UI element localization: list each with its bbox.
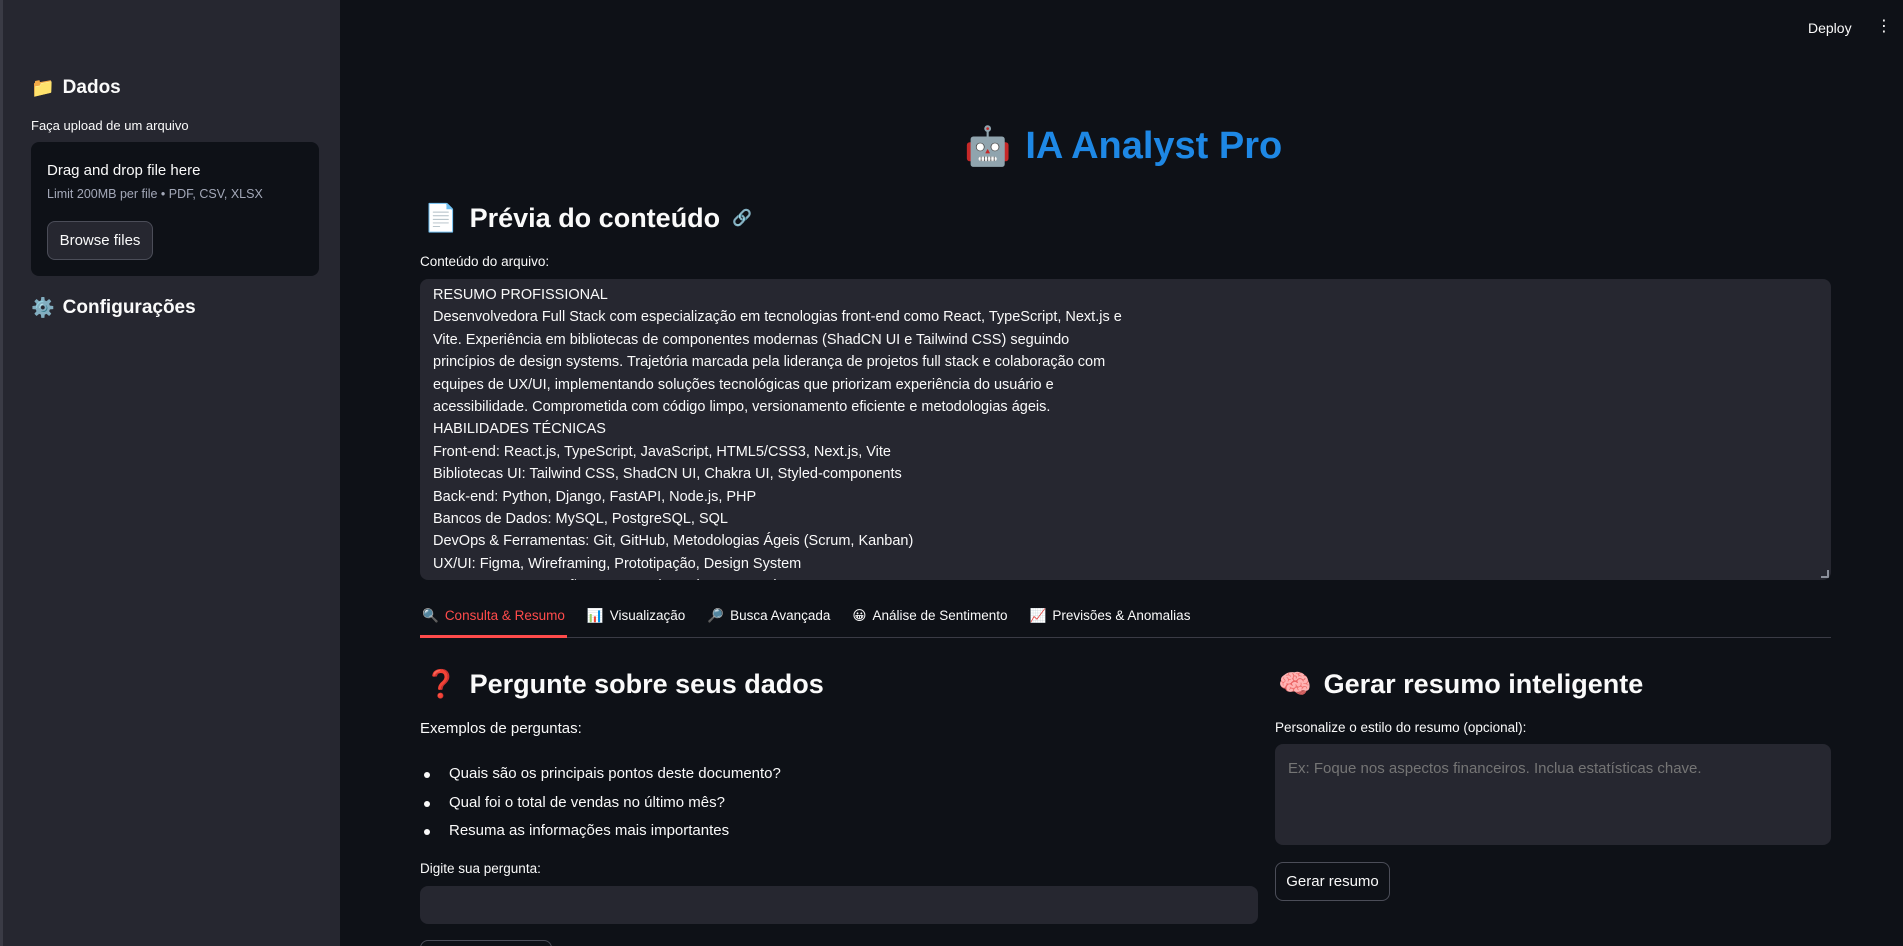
preview-label: Conteúdo do arquivo: (420, 254, 550, 269)
robot-icon: 🤖 (964, 124, 1012, 168)
sidebar: 📁 Dados Faça upload de um arquivo Drag a… (0, 0, 340, 946)
examples-label: Exemplos de perguntas: (420, 720, 582, 737)
preview-line: Vite. Experiência em bibliotecas de comp… (433, 331, 1070, 348)
summary-label: Personalize o estilo do resumo (opcional… (1275, 720, 1527, 735)
list-item: Qual foi o total de vendas no último mês… (420, 789, 781, 818)
list-item: Resuma as informações mais importantes (420, 817, 781, 846)
tab-label: Consulta & Resumo (444, 608, 565, 623)
summary-heading: 🧠 Gerar resumo inteligente (1278, 668, 1644, 701)
app-title: 🤖 IA Analyst Pro (964, 124, 1282, 169)
preview-line: princípios de design systems. Trajetória… (433, 354, 1106, 371)
preview-line: HABILIDADES TÉCNICAS (433, 421, 606, 438)
preview-line: Bancos de Dados: MySQL, PostgreSQL, SQL (433, 511, 728, 528)
generate-summary-button[interactable]: Gerar resumo (1275, 862, 1390, 901)
summary-style-textarea[interactable] (1275, 744, 1831, 845)
preview-line: Front-end: React.js, TypeScript, JavaScr… (433, 443, 891, 460)
list-item: Quais são os principais pontos deste doc… (420, 760, 781, 789)
file-dropzone[interactable]: Drag and drop file here Limit 200MB per … (31, 142, 319, 276)
tab-icon: 🔍 (422, 608, 439, 624)
preview-line: UX/UI: Figma, Wireframing, Prototipação,… (433, 555, 802, 572)
preview-line: equipes de UX/UI, implementando soluções… (433, 376, 1054, 393)
preview-lines: RESUMO PROFISSIONAL Desenvolvedora Full S… (433, 284, 1818, 580)
folder-icon: 📁 (31, 77, 55, 99)
sidebar-header-configuracoes[interactable]: ⚙️ Configurações (31, 296, 196, 320)
preview-line: DevOps & Ferramentas: Git, GitHub, Metod… (433, 533, 914, 550)
ask-submit-button[interactable] (420, 940, 552, 946)
tab-label: Visualização (609, 608, 686, 623)
ask-heading: ❓ Pergunte sobre seus dados (424, 668, 824, 701)
preview-heading: 📄 Prévia do conteúdo 🔗 (424, 202, 752, 235)
tab-icon: 😀 (852, 608, 867, 624)
tab-bar: 🔍 Consulta & Resumo 📊 Visualização 🔎 Busca Av… (420, 604, 1831, 638)
summary-title: Gerar resumo inteligente (1323, 668, 1644, 699)
examples-list: Quais são os principais pontos deste doc… (420, 760, 781, 846)
preview-line: APIs: REST, Integrações externas (Google… (433, 575, 1818, 580)
gear-icon: ⚙️ (31, 297, 55, 319)
resize-handle-icon[interactable] (1821, 570, 1829, 578)
sidebar-header-label: Dados (62, 76, 121, 98)
preview-line: acessibilidade. Comprometida com código … (433, 399, 1051, 416)
tab-previsoes-anomalias[interactable]: 📈 Previsões & Anomalias (1028, 604, 1193, 637)
tab-visualizacao[interactable]: 📊 Visualização (585, 604, 687, 637)
tab-label: Análise de Sentimento (872, 608, 1008, 623)
preview-line: Back-end: Python, Django, FastAPI, Node.… (433, 488, 757, 505)
tab-icon: 📊 (586, 608, 604, 624)
upload-label: Faça upload de um arquivo (31, 118, 189, 133)
sidebar-header-dados: 📁 Dados (31, 76, 121, 100)
tab-icon: 📈 (1029, 608, 1047, 624)
app-title-text: IA Analyst Pro (1025, 125, 1283, 167)
file-content-textarea[interactable]: RESUMO PROFISSIONAL Desenvolvedora Full S… (420, 279, 1831, 580)
dropzone-limit: Limit 200MB per file • PDF, CSV, XLSX (47, 187, 263, 201)
browse-files-button[interactable]: Browse files (47, 221, 153, 260)
preview-line: Desenvolvedora Full Stack com especializ… (433, 309, 1122, 326)
tab-analise-sentimento[interactable]: 😀 Análise de Sentimento (850, 604, 1009, 637)
question-label: Digite sua pergunta: (420, 861, 541, 876)
preview-title: Prévia do conteúdo (469, 202, 721, 233)
tab-busca-avancada[interactable]: 🔎 Busca Avançada (705, 604, 832, 637)
tab-consulta-resumo[interactable]: 🔍 Consulta & Resumo (420, 604, 567, 638)
tab-icon: 🔎 (707, 608, 725, 624)
preview-line: Bibliotecas UI: Tailwind CSS, ShadCN UI,… (433, 466, 902, 483)
tab-label: Busca Avançada (730, 608, 831, 623)
deploy-button[interactable]: Deploy (1808, 20, 1852, 36)
question-input[interactable] (420, 886, 1258, 924)
question-icon: ❓ (424, 669, 458, 700)
ask-title: Pergunte sobre seus dados (469, 668, 824, 699)
document-icon: 📄 (424, 203, 458, 234)
kebab-menu-icon[interactable]: ⋮ (1876, 19, 1892, 35)
brain-icon: 🧠 (1278, 669, 1312, 700)
sidebar-config-label: Configurações (62, 296, 196, 318)
tab-label: Previsões & Anomalias (1052, 608, 1191, 623)
link-icon[interactable]: 🔗 (732, 208, 752, 228)
preview-line: RESUMO PROFISSIONAL (433, 287, 608, 303)
dropzone-title: Drag and drop file here (47, 162, 201, 179)
